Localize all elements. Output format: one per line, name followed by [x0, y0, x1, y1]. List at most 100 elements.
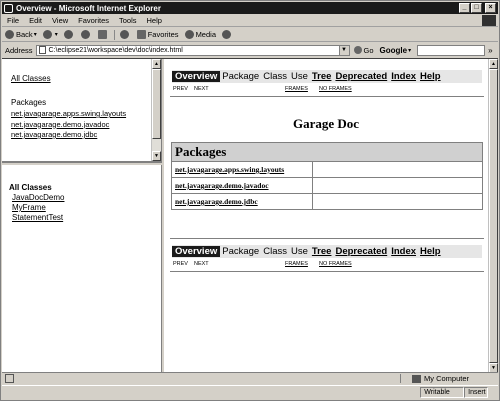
refresh-button[interactable]	[78, 30, 95, 39]
packages-table: Packages net.javagarage.apps.swing.layou…	[171, 142, 483, 210]
history-icon	[222, 30, 231, 39]
divider	[170, 271, 484, 272]
nav-tree-link[interactable]: Tree	[310, 246, 334, 257]
next-label: NEXT	[193, 261, 209, 267]
package-frame-scrollbar[interactable]: ▲ ▼	[151, 59, 161, 161]
back-arrow-icon	[5, 30, 14, 39]
table-row: net.javagarage.demo.jdbc	[171, 193, 483, 210]
frames-link[interactable]: FRAMES	[285, 261, 308, 267]
main-frame-scrollbar[interactable]: ▲ ▼	[488, 59, 498, 373]
menu-file[interactable]: File	[2, 16, 24, 25]
favorites-label: Favorites	[147, 30, 179, 39]
top-subnav: PREV NEXT FRAMES NO FRAMES	[173, 86, 352, 92]
forward-arrow-icon	[42, 30, 52, 39]
menu-tools[interactable]: Tools	[114, 16, 142, 25]
favorites-icon	[136, 30, 146, 39]
history-button[interactable]	[219, 30, 236, 39]
table-cell: net.javagarage.demo.javadoc	[171, 177, 313, 194]
minimize-button[interactable]: _	[459, 3, 470, 13]
page-content: All Classes Packages net.javagarage.apps…	[2, 58, 498, 373]
close-button[interactable]: ×	[485, 3, 496, 13]
media-icon	[184, 30, 194, 39]
class-link[interactable]: MyFrame	[12, 203, 64, 213]
menu-favorites[interactable]: Favorites	[73, 16, 114, 25]
scroll-thumb[interactable]	[152, 69, 161, 139]
table-row: net.javagarage.demo.javadoc	[171, 177, 483, 194]
address-dropdown-button[interactable]: ▼	[338, 45, 349, 55]
nav-overview: Overview	[172, 246, 221, 257]
maximize-button[interactable]: □	[471, 3, 482, 13]
nav-tree-link[interactable]: Tree	[310, 71, 334, 82]
package-link[interactable]: net.javagarage.demo.jdbc	[11, 130, 126, 141]
forward-button[interactable]: ▾	[40, 30, 61, 39]
title-bar: Overview - Microsoft Internet Explorer _…	[2, 2, 498, 14]
home-button[interactable]	[95, 30, 112, 39]
status-message	[2, 387, 420, 398]
frames-link[interactable]: FRAMES	[285, 86, 308, 92]
menu-help[interactable]: Help	[142, 16, 167, 25]
nav-class: Class	[263, 71, 287, 82]
back-button[interactable]: Back ▾	[2, 30, 40, 39]
packages-heading: Packages	[11, 98, 47, 107]
google-logo: Google	[379, 45, 408, 55]
nav-deprecated-link[interactable]: Deprecated	[333, 246, 389, 257]
package-link[interactable]: net.javagarage.apps.swing.layouts	[11, 109, 126, 120]
nav-package: Package	[222, 71, 260, 82]
nav-index-link[interactable]: Index	[389, 246, 418, 257]
all-classes-link[interactable]: All Classes	[11, 74, 51, 83]
overview-frame: Overview Package Class Use Tree Deprecat…	[164, 59, 498, 373]
scroll-down-icon[interactable]: ▼	[152, 151, 161, 161]
no-frames-link[interactable]: NO FRAMES	[319, 261, 352, 267]
computer-icon	[412, 374, 421, 383]
ie-icon	[4, 3, 13, 13]
resize-grip-icon[interactable]	[488, 388, 498, 398]
stop-button[interactable]	[61, 30, 78, 39]
menu-view[interactable]: View	[47, 16, 73, 25]
bottom-navbar: Overview Package Class Use Tree Deprecat…	[172, 245, 482, 258]
nav-overview: Overview	[172, 71, 221, 82]
nav-index-link[interactable]: Index	[389, 71, 418, 82]
class-list-frame: All Classes JavaDocDemo MyFrame Statemen…	[2, 165, 162, 373]
address-bar: Address C:\eclipse21\workspace\dev\doc\i…	[2, 43, 498, 57]
toolbar-chevron[interactable]: »	[488, 46, 492, 55]
scroll-up-icon[interactable]: ▲	[489, 59, 498, 69]
class-list: JavaDocDemo MyFrame StatementTest	[12, 193, 64, 223]
class-link[interactable]: StatementTest	[12, 213, 64, 223]
go-button[interactable]: Go	[353, 45, 374, 55]
insert-status: Insert	[464, 387, 489, 398]
go-label: Go	[363, 45, 374, 55]
refresh-icon	[80, 30, 90, 39]
google-search-input[interactable]	[417, 44, 486, 56]
table-row: net.javagarage.apps.swing.layouts	[171, 161, 483, 178]
package-link[interactable]: net.javagarage.apps.swing.layouts	[175, 165, 284, 174]
menu-edit[interactable]: Edit	[24, 16, 47, 25]
scroll-up-icon[interactable]: ▲	[152, 59, 161, 69]
search-button[interactable]	[117, 30, 134, 39]
prev-label: PREV	[173, 86, 188, 92]
nav-deprecated-link[interactable]: Deprecated	[333, 71, 389, 82]
no-frames-link[interactable]: NO FRAMES	[319, 86, 352, 92]
go-arrow-icon	[353, 46, 362, 54]
toolbar: Back ▾ ▾ Favorites Media	[2, 28, 498, 42]
favorites-button[interactable]: Favorites	[134, 30, 182, 39]
scroll-thumb[interactable]	[489, 69, 498, 363]
package-link[interactable]: net.javagarage.demo.jdbc	[175, 197, 258, 206]
toolbar-separator	[113, 29, 115, 40]
top-navbar: Overview Package Class Use Tree Deprecat…	[172, 70, 482, 83]
nav-help-link[interactable]: Help	[418, 71, 443, 82]
all-classes-heading: All Classes	[9, 183, 52, 192]
package-link[interactable]: net.javagarage.demo.javadoc	[175, 181, 269, 190]
class-link[interactable]: JavaDocDemo	[12, 193, 64, 203]
nav-help-link[interactable]: Help	[418, 246, 443, 257]
back-label: Back	[16, 30, 33, 39]
media-button[interactable]: Media	[182, 30, 219, 39]
table-cell	[312, 161, 483, 178]
nav-class: Class	[263, 246, 287, 257]
address-input[interactable]: C:\eclipse21\workspace\dev\doc\index.htm…	[35, 44, 350, 56]
divider	[170, 96, 484, 97]
zone-indicator: My Computer	[408, 374, 498, 383]
status-divider	[400, 374, 401, 383]
google-toolbar-button[interactable]: Google ▾	[380, 46, 412, 55]
package-link[interactable]: net.javagarage.demo.javadoc	[11, 120, 126, 131]
table-cell: net.javagarage.demo.jdbc	[171, 193, 313, 210]
